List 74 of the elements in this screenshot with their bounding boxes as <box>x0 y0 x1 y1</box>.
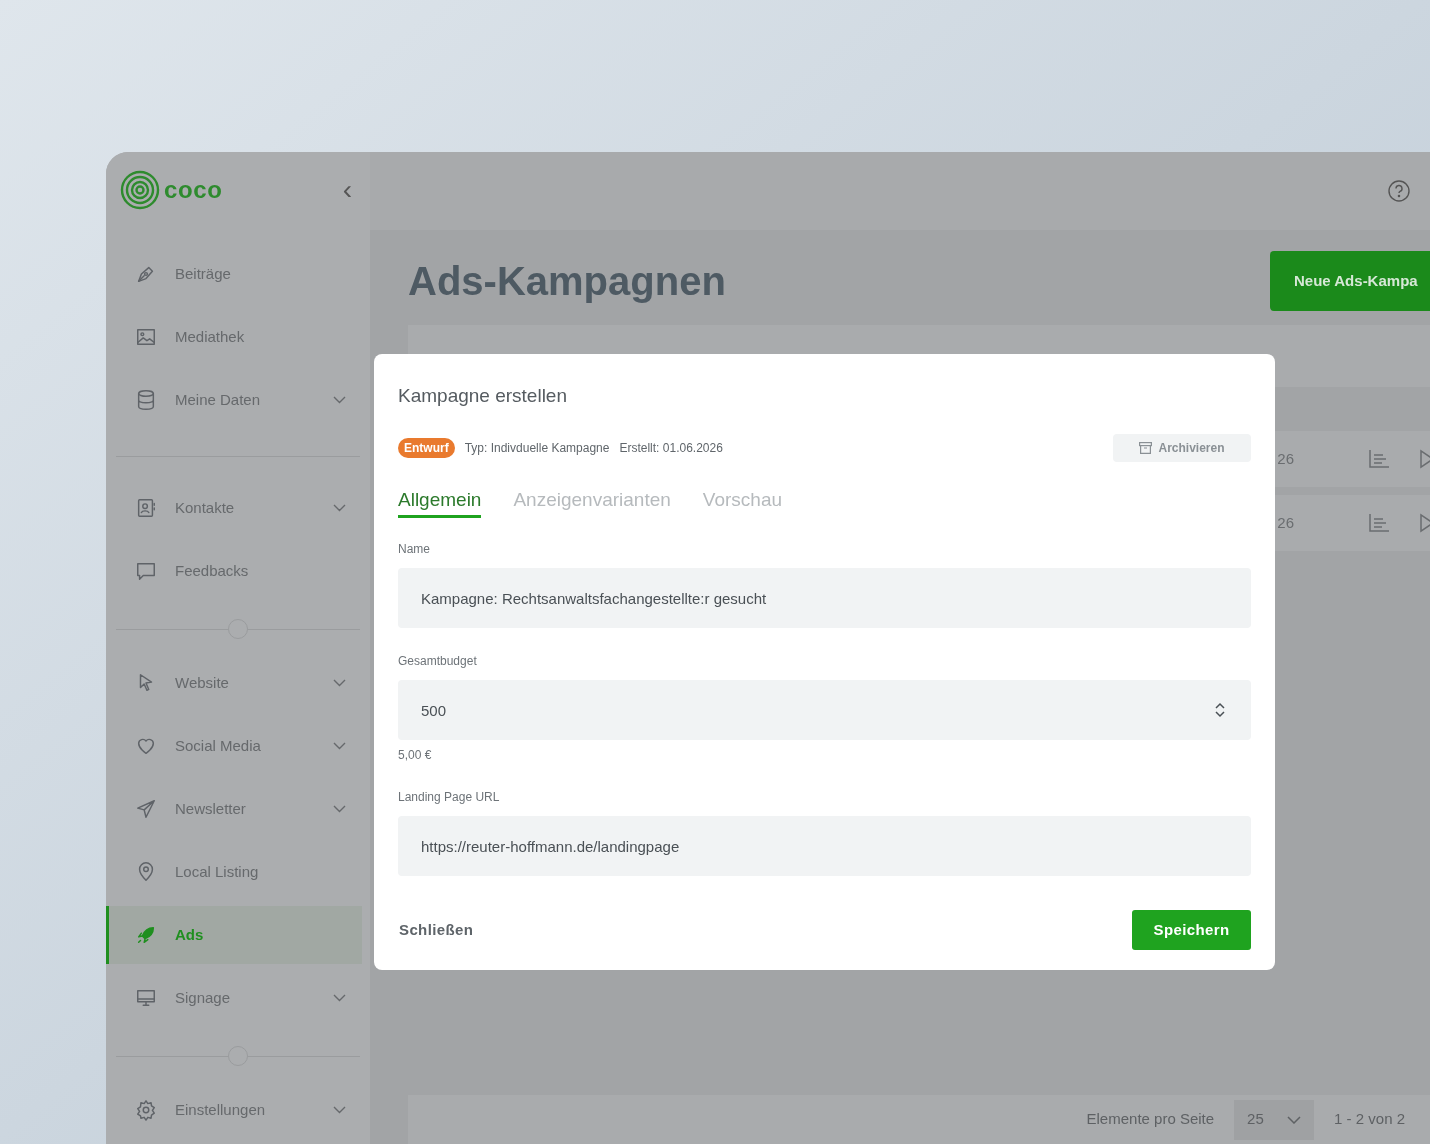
logo-text: coco <box>164 174 223 205</box>
sidebar-item[interactable]: Website <box>106 654 370 712</box>
input-field[interactable]: https://reuter-hoffmann.de/landingpage <box>398 816 1251 876</box>
page-title: Ads-Kampagnen <box>408 258 726 305</box>
chevron-down-icon <box>333 805 346 813</box>
monitor-icon <box>135 987 157 1009</box>
tab[interactable]: Allgemein <box>398 485 482 518</box>
sidebar-item[interactable]: Local Listing <box>106 843 370 901</box>
sidebar-item[interactable]: Kontakte <box>106 479 370 537</box>
page-range: 1 - 2 von 2 <box>1334 1109 1405 1130</box>
sidebar-label: Signage <box>175 987 232 1008</box>
new-campaign-button[interactable]: Neue Ads-Kampa <box>1270 251 1430 311</box>
stepper-icon[interactable] <box>1215 702 1225 718</box>
budget-hint: 5,00 € <box>398 747 433 764</box>
sidebar-item[interactable]: Mediathek <box>106 308 370 366</box>
per-page-label: Elemente pro Seite <box>1086 1109 1215 1130</box>
status-badge: Entwurf <box>398 437 455 458</box>
table-cell-text: 26 <box>1277 512 1294 533</box>
chart-icon[interactable] <box>1368 449 1390 469</box>
archive-button[interactable]: Archivieren <box>1113 433 1251 462</box>
contact-card-icon <box>135 497 157 519</box>
created-date: Erstellt: 01.06.2026 <box>619 439 723 457</box>
archive-icon <box>1139 441 1153 454</box>
sidebar-label: Newsletter <box>175 798 247 819</box>
play-icon[interactable] <box>1420 513 1430 533</box>
sidebar-label: Beiträge <box>175 263 232 284</box>
chevron-down-icon <box>333 504 346 512</box>
sidebar-item[interactable]: Social Media <box>106 717 370 775</box>
sidebar-item[interactable]: Beiträge <box>106 245 370 303</box>
play-icon[interactable] <box>1420 449 1430 469</box>
field-label: Name <box>398 541 431 558</box>
sidebar-item[interactable]: Newsletter <box>106 780 370 838</box>
sidebar-label: Meine Daten <box>175 389 262 410</box>
sidebar-label: Kontakte <box>175 497 236 518</box>
dialog-title: Kampagne erstellen <box>398 384 568 408</box>
help-icon[interactable] <box>1388 180 1410 202</box>
rocket-icon <box>135 924 157 946</box>
close-button[interactable]: Schließen <box>398 918 474 942</box>
sidebar-label: Social Media <box>175 735 262 756</box>
logo-icon <box>120 169 160 210</box>
table-cell-text: 26 <box>1277 448 1294 469</box>
settings-icon <box>135 1099 157 1121</box>
chart-icon[interactable] <box>1368 513 1390 533</box>
sidebar-label: Local Listing <box>175 861 260 882</box>
sidebar-label: Einstellungen <box>175 1099 267 1120</box>
number-field[interactable]: 500 <box>398 680 1251 740</box>
chevron-down-icon <box>333 679 346 687</box>
tab[interactable]: Vorschau <box>702 485 783 518</box>
chevron-down-icon <box>1287 1115 1302 1124</box>
sidebar-item[interactable]: Feedbacks <box>106 542 370 600</box>
chat-bubble-icon <box>135 560 157 582</box>
chevron-down-icon <box>333 396 346 404</box>
sidebar-label: Website <box>175 672 230 693</box>
tab[interactable]: Anzeigenvarianten <box>513 485 671 518</box>
save-button[interactable]: Speichern <box>1132 910 1251 950</box>
chevron-down-icon <box>333 994 346 1002</box>
sidebar-item[interactable]: Ads <box>106 906 362 964</box>
image-icon <box>135 326 157 348</box>
paper-plane-icon <box>135 798 157 820</box>
sidebar-item[interactable]: Signage <box>106 969 370 1027</box>
field-label: Landing Page URL <box>398 789 501 806</box>
chevron-down-icon <box>333 1106 346 1114</box>
sidebar-item[interactable]: Einstellungen <box>106 1081 370 1139</box>
sidebar-label: Ads <box>175 924 205 945</box>
chevron-down-icon <box>333 742 346 750</box>
sidebar-item[interactable]: Meine Daten <box>106 371 370 429</box>
field-label: Gesamtbudget <box>398 653 478 670</box>
collapse-button[interactable]: ‹ <box>342 175 352 204</box>
per-page-select[interactable]: 25 <box>1234 1099 1315 1140</box>
sidebar-label: Feedbacks <box>175 560 250 581</box>
campaign-type: Typ: Indivduelle Kampagne <box>464 439 610 457</box>
sidebar-label: Mediathek <box>175 326 246 347</box>
input-field[interactable]: Kampagne: Rechtsanwaltsfachangestellte:r gesucht <box>398 568 1251 628</box>
database-icon <box>135 389 157 411</box>
